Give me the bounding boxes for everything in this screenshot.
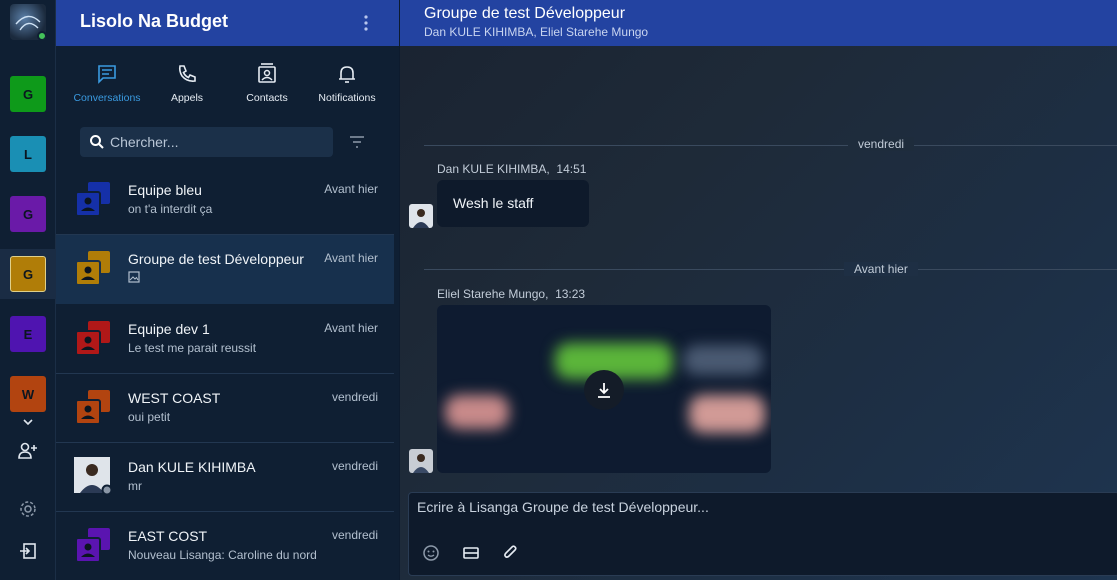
tab-contacts[interactable]: Contacts — [227, 58, 307, 104]
sidebar-tabs: Conversations Appels Contacts Notificati… — [56, 58, 399, 104]
conversation-preview: Le test me parait reussit — [128, 341, 257, 355]
conversation-preview: on t'a interdit ça — [128, 202, 213, 216]
image-blur — [689, 395, 765, 433]
logout-icon[interactable] — [16, 539, 40, 563]
conversation-sidebar: Lisolo Na Budget Conversations Appels Co… — [56, 0, 399, 580]
workspace-button[interactable]: E — [10, 316, 46, 352]
message-text: Wesh le staff — [453, 195, 534, 211]
attachment-icon[interactable] — [499, 541, 523, 565]
conversation-preview: oui petit — [128, 410, 171, 424]
chat-panel: Groupe de test Développeur Dan KULE KIHI… — [400, 0, 1117, 580]
message-sender: Eliel Starehe Mungo, 13:23 — [437, 287, 585, 301]
message-bubble: Wesh le staff — [437, 180, 589, 227]
conversation-name: WEST COAST — [128, 390, 221, 406]
message-composer — [408, 492, 1117, 576]
search-icon — [90, 135, 104, 149]
conversation-time: vendredi — [331, 459, 378, 473]
workspace-button[interactable]: G — [10, 256, 46, 292]
chat-header: Groupe de test Développeur Dan KULE KIHI… — [400, 0, 1117, 46]
tab-label: Notifications — [318, 92, 376, 104]
workspace-button[interactable]: G — [10, 196, 46, 232]
message-input[interactable] — [417, 499, 1107, 529]
sender-avatar[interactable] — [409, 449, 433, 473]
chat-title: Groupe de test Développeur — [424, 5, 626, 22]
message-time: 14:51 — [556, 162, 587, 176]
image-blur — [683, 345, 763, 375]
gif-icon[interactable] — [459, 541, 483, 565]
workspace-letter: E — [23, 326, 33, 342]
chat-icon — [98, 65, 116, 84]
conversation-item[interactable]: Groupe de test Développeur Avant hier — [56, 235, 394, 304]
workspace-letter: G — [22, 206, 34, 222]
image-blur — [445, 395, 509, 429]
download-button[interactable] — [584, 370, 624, 410]
conversation-item[interactable]: WEST COAST oui petit vendredi — [56, 374, 394, 443]
sender-name: Eliel Starehe Mungo, — [437, 287, 549, 301]
tab-label: Contacts — [246, 92, 288, 104]
online-status-dot — [37, 31, 46, 40]
conversation-time: vendredi — [331, 528, 378, 542]
phone-icon — [178, 65, 196, 82]
workspace-button[interactable]: W — [10, 376, 46, 412]
filter-icon[interactable] — [348, 134, 366, 155]
group-avatar-icon — [75, 528, 110, 563]
group-avatar-icon — [75, 390, 110, 425]
sender-name: Dan KULE KIHIMBA, — [437, 162, 550, 176]
conversation-item[interactable]: Dan KULE KIHIMBA mr vendredi — [56, 443, 394, 512]
chat-members: Dan KULE KIHIMBA, Eliel Starehe Mungo — [424, 25, 649, 39]
group-avatar-icon — [75, 182, 110, 217]
date-divider — [424, 145, 1117, 146]
more-vert-icon[interactable] — [363, 13, 369, 33]
sidebar-header: Lisolo Na Budget — [56, 0, 399, 46]
conversation-name: Equipe dev 1 — [128, 321, 210, 337]
tab-conversations[interactable]: Conversations — [67, 58, 147, 104]
message-time: 13:23 — [555, 287, 586, 301]
group-avatar-icon — [75, 251, 110, 286]
conversation-time: vendredi — [331, 390, 378, 404]
workspace-letter: G — [22, 86, 34, 102]
conversation-item[interactable]: Equipe dev 1 Le test me parait reussit A… — [56, 305, 394, 374]
conversation-name: Equipe bleu — [128, 182, 202, 198]
conversation-time: Avant hier — [324, 321, 378, 335]
image-icon — [128, 271, 140, 286]
tab-appels[interactable]: Appels — [147, 58, 227, 104]
search-box — [80, 127, 333, 157]
conversation-time: Avant hier — [324, 182, 378, 196]
workspace-button[interactable]: L — [10, 136, 46, 172]
conversation-name: Dan KULE KIHIMBA — [128, 459, 256, 475]
search-input[interactable] — [110, 127, 325, 157]
contacts-icon — [258, 63, 276, 83]
app-title: Lisolo Na Budget — [80, 11, 228, 31]
gear-icon[interactable] — [16, 497, 40, 521]
date-divider-label: vendredi — [848, 137, 915, 151]
date-divider — [424, 269, 1117, 270]
group-avatar-icon — [75, 321, 110, 356]
conversation-time: Avant hier — [324, 251, 378, 265]
image-attachment[interactable] — [437, 305, 771, 473]
sender-avatar[interactable] — [409, 204, 433, 228]
conversation-item[interactable]: EAST COST Nouveau Lisanga: Caroline du n… — [56, 512, 394, 580]
emoji-icon[interactable] — [419, 541, 443, 565]
conversation-preview: Nouveau Lisanga: Caroline du nord — [128, 548, 317, 562]
download-icon — [598, 383, 610, 398]
tab-label: Appels — [170, 92, 204, 104]
conversation-name: Groupe de test Développeur — [128, 251, 304, 267]
tab-notifications[interactable]: Notifications — [307, 58, 387, 104]
bell-icon — [339, 66, 355, 83]
workspace-button[interactable]: G — [10, 76, 46, 112]
message-sender: Dan KULE KIHIMBA, 14:51 — [437, 162, 586, 176]
workspace-letter: W — [21, 386, 35, 402]
conversation-item[interactable]: Equipe bleu on t'a interdit ça Avant hie… — [56, 166, 394, 235]
user-avatar-photo — [74, 457, 112, 495]
chevron-down-icon[interactable] — [16, 410, 40, 434]
date-divider-label: Avant hier — [844, 262, 918, 276]
conversation-preview: mr — [128, 479, 142, 493]
user-avatar[interactable] — [10, 4, 46, 40]
workspace-letter: G — [22, 266, 34, 282]
workspace-rail: G L G G E W — [0, 0, 56, 580]
conversation-name: EAST COST — [128, 528, 208, 544]
add-user-icon[interactable] — [16, 439, 40, 463]
tab-label: Conversations — [73, 92, 141, 104]
workspace-letter: L — [24, 146, 32, 162]
